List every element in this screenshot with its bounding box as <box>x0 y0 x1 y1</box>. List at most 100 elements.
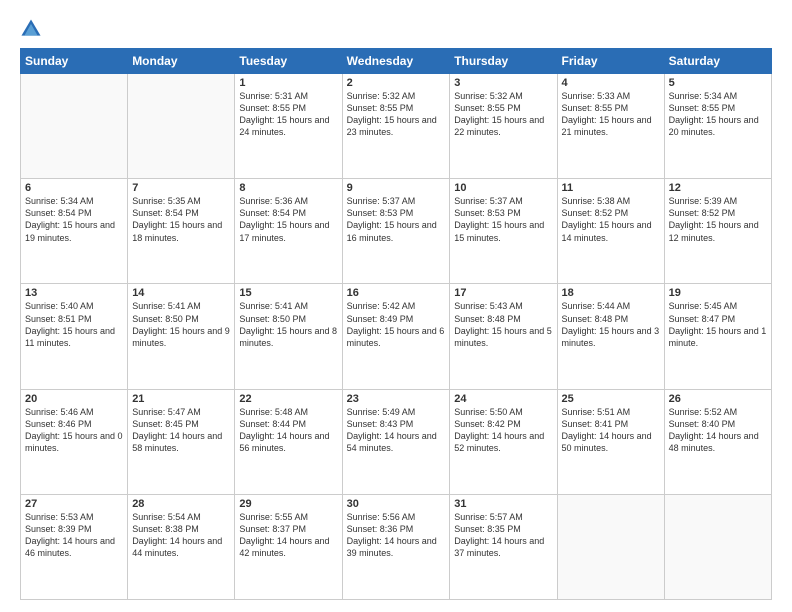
day-number: 1 <box>239 77 337 89</box>
calendar-cell: 4Sunrise: 5:33 AM Sunset: 8:55 PM Daylig… <box>557 74 664 179</box>
day-number: 6 <box>25 182 123 194</box>
day-number: 28 <box>132 498 230 510</box>
day-info: Sunrise: 5:37 AM Sunset: 8:53 PM Dayligh… <box>454 195 552 244</box>
day-info: Sunrise: 5:33 AM Sunset: 8:55 PM Dayligh… <box>562 90 660 139</box>
day-number: 29 <box>239 498 337 510</box>
calendar-cell: 10Sunrise: 5:37 AM Sunset: 8:53 PM Dayli… <box>450 179 557 284</box>
calendar-week-row: 20Sunrise: 5:46 AM Sunset: 8:46 PM Dayli… <box>21 389 772 494</box>
calendar-cell <box>21 74 128 179</box>
day-info: Sunrise: 5:39 AM Sunset: 8:52 PM Dayligh… <box>669 195 767 244</box>
calendar-week-row: 6Sunrise: 5:34 AM Sunset: 8:54 PM Daylig… <box>21 179 772 284</box>
day-number: 9 <box>347 182 446 194</box>
calendar-cell: 30Sunrise: 5:56 AM Sunset: 8:36 PM Dayli… <box>342 494 450 599</box>
day-info: Sunrise: 5:42 AM Sunset: 8:49 PM Dayligh… <box>347 300 446 349</box>
calendar-cell: 24Sunrise: 5:50 AM Sunset: 8:42 PM Dayli… <box>450 389 557 494</box>
calendar-week-row: 1Sunrise: 5:31 AM Sunset: 8:55 PM Daylig… <box>21 74 772 179</box>
weekday-header: Tuesday <box>235 49 342 74</box>
day-info: Sunrise: 5:41 AM Sunset: 8:50 PM Dayligh… <box>132 300 230 349</box>
weekday-header: Friday <box>557 49 664 74</box>
day-info: Sunrise: 5:32 AM Sunset: 8:55 PM Dayligh… <box>454 90 552 139</box>
day-info: Sunrise: 5:32 AM Sunset: 8:55 PM Dayligh… <box>347 90 446 139</box>
day-info: Sunrise: 5:31 AM Sunset: 8:55 PM Dayligh… <box>239 90 337 139</box>
calendar-cell: 6Sunrise: 5:34 AM Sunset: 8:54 PM Daylig… <box>21 179 128 284</box>
day-number: 7 <box>132 182 230 194</box>
calendar-cell: 25Sunrise: 5:51 AM Sunset: 8:41 PM Dayli… <box>557 389 664 494</box>
calendar-cell: 14Sunrise: 5:41 AM Sunset: 8:50 PM Dayli… <box>128 284 235 389</box>
calendar-cell: 2Sunrise: 5:32 AM Sunset: 8:55 PM Daylig… <box>342 74 450 179</box>
calendar-cell: 20Sunrise: 5:46 AM Sunset: 8:46 PM Dayli… <box>21 389 128 494</box>
day-info: Sunrise: 5:43 AM Sunset: 8:48 PM Dayligh… <box>454 300 552 349</box>
calendar-cell: 5Sunrise: 5:34 AM Sunset: 8:55 PM Daylig… <box>664 74 771 179</box>
calendar-cell: 22Sunrise: 5:48 AM Sunset: 8:44 PM Dayli… <box>235 389 342 494</box>
calendar-cell <box>128 74 235 179</box>
day-info: Sunrise: 5:50 AM Sunset: 8:42 PM Dayligh… <box>454 406 552 455</box>
day-number: 5 <box>669 77 767 89</box>
calendar-cell: 17Sunrise: 5:43 AM Sunset: 8:48 PM Dayli… <box>450 284 557 389</box>
calendar-cell: 29Sunrise: 5:55 AM Sunset: 8:37 PM Dayli… <box>235 494 342 599</box>
calendar-cell <box>557 494 664 599</box>
calendar-cell: 7Sunrise: 5:35 AM Sunset: 8:54 PM Daylig… <box>128 179 235 284</box>
day-number: 22 <box>239 393 337 405</box>
day-number: 14 <box>132 287 230 299</box>
day-number: 27 <box>25 498 123 510</box>
calendar-cell: 13Sunrise: 5:40 AM Sunset: 8:51 PM Dayli… <box>21 284 128 389</box>
calendar-cell: 9Sunrise: 5:37 AM Sunset: 8:53 PM Daylig… <box>342 179 450 284</box>
day-number: 30 <box>347 498 446 510</box>
day-number: 20 <box>25 393 123 405</box>
weekday-header: Wednesday <box>342 49 450 74</box>
calendar-cell: 19Sunrise: 5:45 AM Sunset: 8:47 PM Dayli… <box>664 284 771 389</box>
day-info: Sunrise: 5:40 AM Sunset: 8:51 PM Dayligh… <box>25 300 123 349</box>
day-info: Sunrise: 5:52 AM Sunset: 8:40 PM Dayligh… <box>669 406 767 455</box>
day-number: 10 <box>454 182 552 194</box>
day-number: 4 <box>562 77 660 89</box>
day-info: Sunrise: 5:34 AM Sunset: 8:54 PM Dayligh… <box>25 195 123 244</box>
calendar-cell: 21Sunrise: 5:47 AM Sunset: 8:45 PM Dayli… <box>128 389 235 494</box>
day-info: Sunrise: 5:35 AM Sunset: 8:54 PM Dayligh… <box>132 195 230 244</box>
day-number: 21 <box>132 393 230 405</box>
day-info: Sunrise: 5:57 AM Sunset: 8:35 PM Dayligh… <box>454 511 552 560</box>
calendar-cell: 31Sunrise: 5:57 AM Sunset: 8:35 PM Dayli… <box>450 494 557 599</box>
day-info: Sunrise: 5:53 AM Sunset: 8:39 PM Dayligh… <box>25 511 123 560</box>
day-number: 25 <box>562 393 660 405</box>
day-info: Sunrise: 5:54 AM Sunset: 8:38 PM Dayligh… <box>132 511 230 560</box>
calendar-week-row: 13Sunrise: 5:40 AM Sunset: 8:51 PM Dayli… <box>21 284 772 389</box>
day-number: 19 <box>669 287 767 299</box>
day-info: Sunrise: 5:36 AM Sunset: 8:54 PM Dayligh… <box>239 195 337 244</box>
day-info: Sunrise: 5:49 AM Sunset: 8:43 PM Dayligh… <box>347 406 446 455</box>
calendar-cell: 15Sunrise: 5:41 AM Sunset: 8:50 PM Dayli… <box>235 284 342 389</box>
day-number: 11 <box>562 182 660 194</box>
day-info: Sunrise: 5:46 AM Sunset: 8:46 PM Dayligh… <box>25 406 123 455</box>
day-number: 17 <box>454 287 552 299</box>
calendar-cell: 8Sunrise: 5:36 AM Sunset: 8:54 PM Daylig… <box>235 179 342 284</box>
calendar-cell: 3Sunrise: 5:32 AM Sunset: 8:55 PM Daylig… <box>450 74 557 179</box>
day-info: Sunrise: 5:41 AM Sunset: 8:50 PM Dayligh… <box>239 300 337 349</box>
calendar-cell: 12Sunrise: 5:39 AM Sunset: 8:52 PM Dayli… <box>664 179 771 284</box>
weekday-header: Monday <box>128 49 235 74</box>
day-number: 8 <box>239 182 337 194</box>
day-info: Sunrise: 5:56 AM Sunset: 8:36 PM Dayligh… <box>347 511 446 560</box>
weekday-header: Saturday <box>664 49 771 74</box>
day-info: Sunrise: 5:47 AM Sunset: 8:45 PM Dayligh… <box>132 406 230 455</box>
calendar-cell: 28Sunrise: 5:54 AM Sunset: 8:38 PM Dayli… <box>128 494 235 599</box>
calendar: SundayMondayTuesdayWednesdayThursdayFrid… <box>20 48 772 600</box>
day-number: 18 <box>562 287 660 299</box>
day-info: Sunrise: 5:45 AM Sunset: 8:47 PM Dayligh… <box>669 300 767 349</box>
day-number: 13 <box>25 287 123 299</box>
calendar-cell <box>664 494 771 599</box>
calendar-cell: 1Sunrise: 5:31 AM Sunset: 8:55 PM Daylig… <box>235 74 342 179</box>
weekday-header: Sunday <box>21 49 128 74</box>
logo-icon <box>20 18 42 40</box>
day-number: 16 <box>347 287 446 299</box>
page: SundayMondayTuesdayWednesdayThursdayFrid… <box>0 0 792 612</box>
day-info: Sunrise: 5:55 AM Sunset: 8:37 PM Dayligh… <box>239 511 337 560</box>
day-number: 12 <box>669 182 767 194</box>
calendar-cell: 11Sunrise: 5:38 AM Sunset: 8:52 PM Dayli… <box>557 179 664 284</box>
day-info: Sunrise: 5:44 AM Sunset: 8:48 PM Dayligh… <box>562 300 660 349</box>
day-number: 31 <box>454 498 552 510</box>
calendar-cell: 16Sunrise: 5:42 AM Sunset: 8:49 PM Dayli… <box>342 284 450 389</box>
calendar-cell: 23Sunrise: 5:49 AM Sunset: 8:43 PM Dayli… <box>342 389 450 494</box>
day-number: 24 <box>454 393 552 405</box>
day-info: Sunrise: 5:34 AM Sunset: 8:55 PM Dayligh… <box>669 90 767 139</box>
calendar-cell: 26Sunrise: 5:52 AM Sunset: 8:40 PM Dayli… <box>664 389 771 494</box>
weekday-header: Thursday <box>450 49 557 74</box>
